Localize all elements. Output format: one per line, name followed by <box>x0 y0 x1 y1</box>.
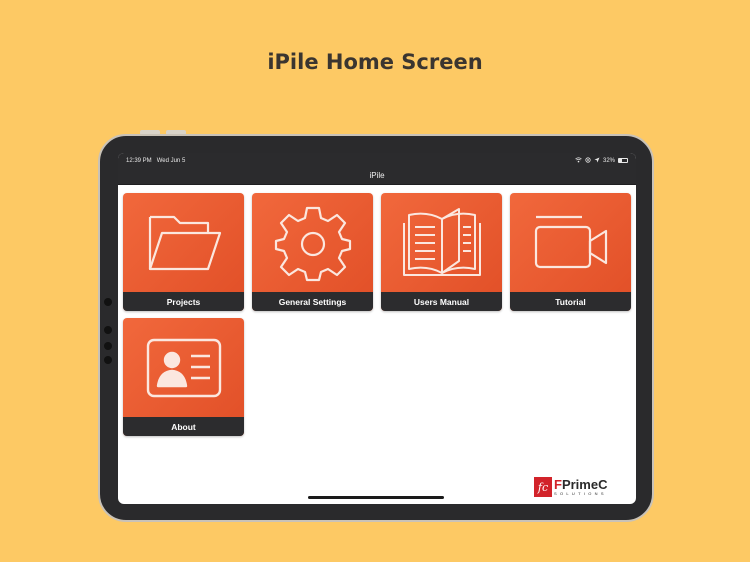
nav-bar: iPile <box>118 166 636 185</box>
home-indicator[interactable] <box>308 496 444 499</box>
projects-tile[interactable]: Projects <box>123 193 244 311</box>
status-bar: 12:39 PM Wed Jun 5 32% <box>118 153 636 166</box>
wifi-icon <box>575 156 582 165</box>
sensor-dot <box>104 342 112 350</box>
sensor-dot <box>104 356 112 364</box>
tutorial-tile[interactable]: Tutorial <box>510 193 631 311</box>
video-camera-icon <box>510 193 631 292</box>
status-left: 12:39 PM Wed Jun 5 <box>126 158 185 164</box>
sensor-dot <box>104 298 112 306</box>
general-settings-tile[interactable]: General Settings <box>252 193 373 311</box>
battery-percent: 32% <box>602 157 615 164</box>
tile-label: Users Manual <box>381 292 502 311</box>
app-screen: 12:39 PM Wed Jun 5 32% iPile Projects Ge… <box>118 153 636 504</box>
location-icon <box>594 157 600 165</box>
battery-icon <box>618 158 628 163</box>
brand-subtitle: SOLUTIONS <box>554 491 607 496</box>
brand-name: FPrimeC <box>554 478 607 491</box>
lock-rotation-icon <box>585 156 591 165</box>
status-date: Wed Jun 5 <box>156 157 186 164</box>
gear-icon <box>252 193 373 292</box>
tile-label: Projects <box>123 292 244 311</box>
book-icon <box>381 193 502 292</box>
tile-label: About <box>123 417 244 436</box>
tile-label: Tutorial <box>510 292 631 311</box>
brand-name-accent: F <box>554 477 562 492</box>
brand-name-rest: PrimeC <box>561 477 608 492</box>
brand-logo: fc FPrimeC SOLUTIONS <box>534 477 607 497</box>
sensor-dot <box>104 326 112 334</box>
nav-title: iPile <box>369 170 385 180</box>
brand-text: FPrimeC SOLUTIONS <box>554 478 607 496</box>
folder-icon <box>123 193 244 292</box>
users-manual-tile[interactable]: Users Manual <box>381 193 502 311</box>
tile-label: General Settings <box>252 292 373 311</box>
status-time: 12:39 PM <box>126 157 152 164</box>
status-right: 32% <box>575 156 628 165</box>
brand-mark: fc <box>534 477 552 497</box>
about-tile[interactable]: About <box>123 318 244 436</box>
contact-card-icon <box>123 318 244 417</box>
page-heading: iPile Home Screen <box>267 50 483 74</box>
